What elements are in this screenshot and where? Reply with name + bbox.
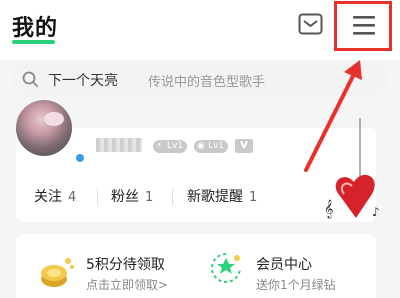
level-badge-text: Lv1: [208, 141, 225, 151]
nickname-blurred[interactable]: [96, 138, 142, 152]
menu-icon: [353, 16, 375, 35]
stat-new-song-alerts[interactable]: 新歌提醒 1: [187, 186, 257, 209]
lightning-icon: ⚡: [156, 141, 163, 151]
stat-label: 关注: [34, 189, 62, 205]
avatar[interactable]: [16, 100, 72, 156]
level-badge-disc[interactable]: ◉ Lv1: [194, 140, 229, 153]
member-center-subtitle[interactable]: 送你1个月绿钻: [256, 276, 336, 293]
search-hint: 传说中的音色型歌手: [148, 75, 266, 90]
title-underline: [12, 40, 55, 44]
avatar-badge: [74, 152, 86, 164]
stat-value: 1: [145, 190, 154, 205]
level-badge-lightning[interactable]: ⚡ Lv1: [153, 140, 188, 153]
vip-icon[interactable]: V: [235, 139, 253, 153]
stat-label: 新歌提醒: [187, 189, 243, 205]
search-icon: [22, 71, 38, 87]
member-icon[interactable]: [208, 250, 244, 286]
points-subtitle[interactable]: 点击立即领取>: [86, 276, 168, 293]
mail-icon[interactable]: [298, 13, 323, 35]
stat-value: 1: [249, 190, 258, 205]
menu-button[interactable]: [334, 1, 392, 51]
arrow-annotation: [304, 60, 362, 172]
svg-text:𝄞: 𝄞: [324, 199, 333, 219]
svg-text:♪: ♪: [372, 205, 380, 219]
points-title[interactable]: 5积分待领取: [86, 254, 165, 274]
search-hot-word: 下一个天亮: [48, 73, 118, 89]
stat-fans[interactable]: 粉丝 1: [111, 186, 153, 209]
stat-following[interactable]: 关注 4: [34, 186, 76, 209]
divider: [172, 189, 173, 205]
member-center-title[interactable]: 会员中心: [256, 254, 312, 274]
stat-label: 粉丝: [111, 189, 139, 205]
divider: [97, 189, 98, 205]
disc-icon: ◉: [197, 141, 205, 151]
coin-icon[interactable]: [36, 253, 76, 289]
level-badge-text: Lv1: [167, 141, 184, 151]
page-title: 我的: [12, 16, 59, 41]
header: 我的: [0, 0, 400, 60]
avatar-bow: [44, 112, 64, 126]
stat-value: 4: [68, 190, 77, 205]
